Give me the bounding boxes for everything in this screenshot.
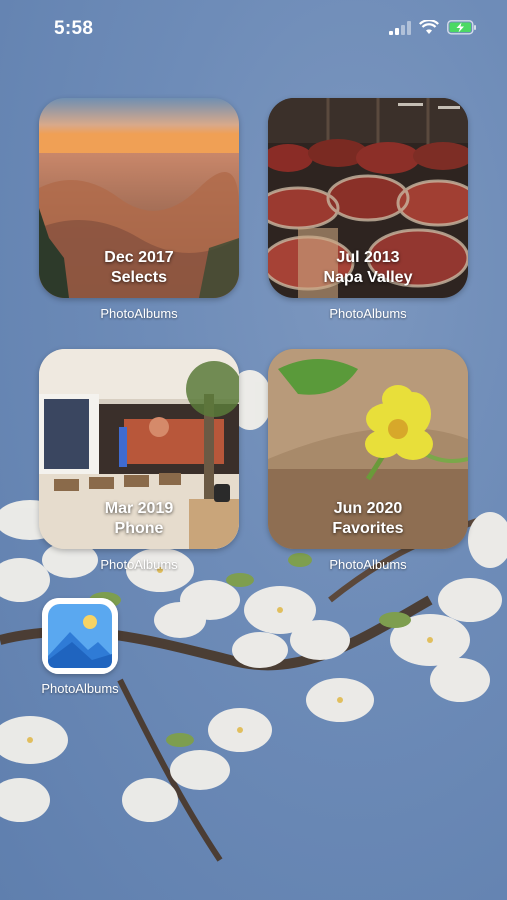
cellular-signal-icon — [389, 20, 411, 35]
wifi-icon — [419, 20, 439, 34]
widget-caption: Jun 2020 Favorites — [268, 499, 468, 539]
widget-label: PhotoAlbums — [329, 557, 407, 572]
widget-caption: Jul 2013 Napa Valley — [268, 248, 468, 288]
photo-albums-app-icon[interactable] — [42, 598, 118, 674]
widget-date: Jul 2013 — [336, 249, 400, 266]
widget-caption: Dec 2017 Selects — [39, 248, 239, 288]
widget-label: PhotoAlbums — [329, 306, 407, 321]
widget-label: PhotoAlbums — [100, 306, 178, 321]
status-bar: 5:58 — [0, 0, 507, 60]
widget-date: Jun 2020 — [333, 500, 403, 517]
status-time: 5:58 — [54, 18, 94, 39]
photo-widget-mar-2019[interactable]: Mar 2019 Phone — [39, 349, 239, 549]
battery-charging-icon — [447, 20, 476, 35]
app-label: PhotoAlbums — [41, 681, 119, 696]
status-icons — [389, 20, 477, 35]
photo-widget-jun-2020[interactable]: Jun 2020 Favorites — [268, 349, 468, 549]
widget-album-title: Selects — [110, 269, 168, 286]
widget-label: PhotoAlbums — [100, 557, 178, 572]
widget-album-title: Favorites — [332, 520, 404, 537]
photo-widget-dec-2017[interactable]: Dec 2017 Selects — [39, 98, 239, 298]
widget-caption: Mar 2019 Phone — [39, 499, 239, 539]
widget-date: Mar 2019 — [104, 500, 174, 517]
photo-widget-jul-2013[interactable]: Jul 2013 Napa Valley — [268, 98, 468, 298]
widget-album-title: Phone — [114, 520, 164, 537]
widget-date: Dec 2017 — [104, 249, 174, 266]
photo-albums-icon — [42, 598, 118, 674]
widget-album-title: Napa Valley — [323, 269, 413, 286]
